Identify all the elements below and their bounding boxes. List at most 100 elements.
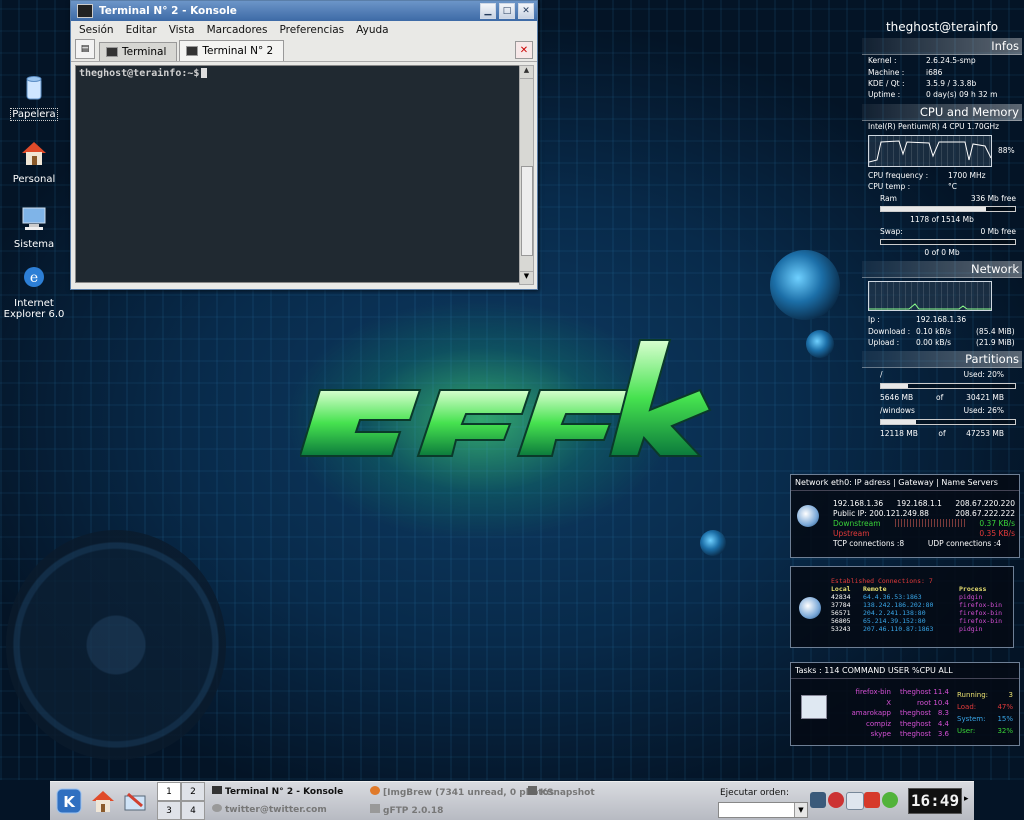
desktop-pager: 1 2 3 4 [157, 782, 205, 820]
partition-row: /windowsUsed: 26% [862, 404, 1022, 417]
update-icon[interactable] [864, 792, 880, 808]
desktop-2[interactable]: 2 [181, 782, 205, 801]
task-ksnapshot[interactable]: KSnapshot [528, 786, 595, 798]
stat-row: User:32% [957, 725, 1013, 737]
desktop-4[interactable]: 4 [181, 801, 205, 820]
info-value: 0 day(s) 09 h 32 m [926, 90, 997, 99]
desktop-icon-papelera[interactable]: Papelera [2, 72, 66, 121]
task-label: gFTP 2.0.18 [383, 806, 443, 816]
tab-bar: ▤ Terminal Terminal N° 2 ✕ [71, 39, 537, 62]
ram-bar-fill [881, 207, 986, 211]
close-button[interactable]: ✕ [518, 3, 534, 19]
desktop-1[interactable]: 1 [157, 782, 181, 801]
vertical-scrollbar[interactable]: ▲ ▼ [519, 65, 534, 285]
connections-cols: LocalRemoteProcess [831, 585, 1009, 593]
minimize-button[interactable]: ▁ [480, 3, 496, 19]
task-label: Terminal N° 2 - Konsole [225, 787, 343, 797]
task-firefox[interactable]: [ImgBrew (7341 unread, 0 photos [370, 786, 554, 798]
menu-ayuda[interactable]: Ayuda [356, 24, 388, 36]
konsole-window: Terminal N° 2 - Konsole ▁ □ ✕ Sesión Edi… [70, 0, 538, 290]
svg-text:K: K [63, 793, 76, 811]
chevron-down-icon[interactable]: ▼ [794, 803, 807, 817]
desktop-icon-label: Papelera [10, 108, 57, 121]
info-row: Uptime :0 day(s) 09 h 32 m [862, 89, 1022, 100]
conn-process: firefox-bin [959, 609, 1002, 617]
desktop-icon-personal[interactable]: Personal [2, 138, 66, 185]
volume-icon[interactable] [810, 792, 826, 808]
scroll-thumb[interactable] [521, 166, 533, 256]
stat-value: 32% [997, 725, 1013, 737]
desktop-icon-label: Internet Explorer 6.0 [2, 298, 66, 320]
desktop-show-icon[interactable] [122, 788, 148, 814]
desktop-3[interactable]: 3 [157, 801, 181, 820]
kde-taskbar: K 1 2 3 4 Terminal N° 2 - Konsole twitte… [50, 781, 974, 820]
swap-used: 0 of 0 Mb [862, 247, 1022, 258]
conn-process: pidgin [959, 593, 982, 601]
terminal-area[interactable]: theghost@terainfo:~$ [75, 65, 521, 283]
menu-vista[interactable]: Vista [169, 24, 195, 36]
downstream-value: 0.37 KB/s [979, 519, 1015, 529]
tab-label: Terminal N° 2 [202, 45, 273, 57]
cpu-usage: 88% [998, 146, 1015, 155]
home-icon[interactable] [90, 788, 116, 814]
conn-remote: 65.214.39.152:80 [863, 617, 959, 625]
partition-size: 12118 MB [880, 429, 918, 438]
ram-row: Ram336 Mb free [862, 193, 1022, 204]
conn-remote: 207.46.110.87:1863 [863, 625, 959, 633]
clipboard-icon[interactable] [846, 792, 864, 810]
cpu-freq-label: CPU frequency : [868, 171, 948, 180]
desktop-icon-internet-explorer[interactable]: e Internet Explorer 6.0 [2, 262, 66, 320]
pidgin-icon[interactable] [882, 792, 898, 808]
info-key: KDE / Qt : [868, 79, 926, 88]
task-cpu: 10.4 [931, 698, 949, 709]
task-user: theghost [891, 708, 931, 719]
task-cpu: 3.6 [931, 729, 949, 740]
task-gftp[interactable]: gFTP 2.0.18 [370, 804, 443, 816]
kde-menu-icon[interactable]: K [56, 788, 82, 814]
tab-terminal[interactable]: Terminal [99, 42, 177, 61]
stat-row: System:15% [957, 713, 1013, 725]
chevron-right-icon[interactable]: ▸ [964, 794, 969, 804]
cpu-graph-line [869, 136, 991, 166]
firefox-icon [370, 786, 380, 795]
ram-label: Ram [880, 194, 897, 203]
net-up-row: Upload :0.00 kB/s(21.9 MiB) [862, 337, 1022, 348]
cpu-freq-row: CPU frequency :1700 MHz [862, 170, 1022, 181]
col-process: Process [959, 585, 986, 593]
menu-editar[interactable]: Editar [126, 24, 157, 36]
partition-used: Used: 26% [964, 406, 1004, 415]
connections-panel: Established Connections: 7 LocalRemotePr… [790, 566, 1014, 648]
scroll-up-icon[interactable]: ▲ [520, 66, 533, 79]
task-twitter[interactable]: twitter@twitter.com [212, 804, 327, 815]
network-panel-header: Network eth0: IP adress | Gateway | Name… [791, 475, 1019, 491]
conn-process: pidgin [959, 625, 982, 633]
tab-terminal-2[interactable]: Terminal N° 2 [179, 40, 284, 61]
tasks-panel: Tasks : 114 COMMAND USER %CPU ALL firefo… [790, 662, 1020, 746]
task-konsole[interactable]: Terminal N° 2 - Konsole [212, 786, 343, 797]
upstream-line: Upstream0.35 KB/s [833, 529, 1015, 539]
maximize-button[interactable]: □ [499, 3, 515, 19]
no-entry-icon[interactable] [828, 792, 844, 808]
scroll-down-icon[interactable]: ▼ [520, 271, 533, 284]
ram-used: 1178 of 1514 Mb [862, 214, 1022, 225]
task-cmd: amarokapp [833, 708, 891, 719]
close-session-button[interactable]: ✕ [515, 41, 533, 59]
new-session-button[interactable]: ▤ [75, 39, 95, 59]
menu-sesion[interactable]: Sesión [79, 24, 114, 36]
stat-value: 3 [1009, 689, 1013, 701]
system-monitor-sidebar: theghost@terainfo Infos Kernel :2.6.24.5… [862, 20, 1022, 440]
task-row: compiztheghost4.4 [833, 719, 953, 730]
clock[interactable]: 16:49 [908, 788, 962, 814]
connection-row: 53243207.46.110.87:1863pidgin [831, 625, 1009, 633]
run-command-input[interactable]: ▼ [718, 802, 808, 818]
desktop-icon-sistema[interactable]: Sistema [2, 203, 66, 250]
connection-row: 56571204.2.241.138:80firefox-bin [831, 609, 1009, 617]
menu-preferencias[interactable]: Preferencias [280, 24, 345, 36]
chat-icon [212, 804, 222, 812]
window-titlebar[interactable]: Terminal N° 2 - Konsole ▁ □ ✕ [71, 1, 537, 21]
upstream-label: Upstream [833, 529, 870, 539]
partition-bar [880, 383, 1016, 389]
stat-row: Load:47% [957, 701, 1013, 713]
menu-marcadores[interactable]: Marcadores [207, 24, 268, 36]
stat-key: System: [957, 713, 985, 725]
